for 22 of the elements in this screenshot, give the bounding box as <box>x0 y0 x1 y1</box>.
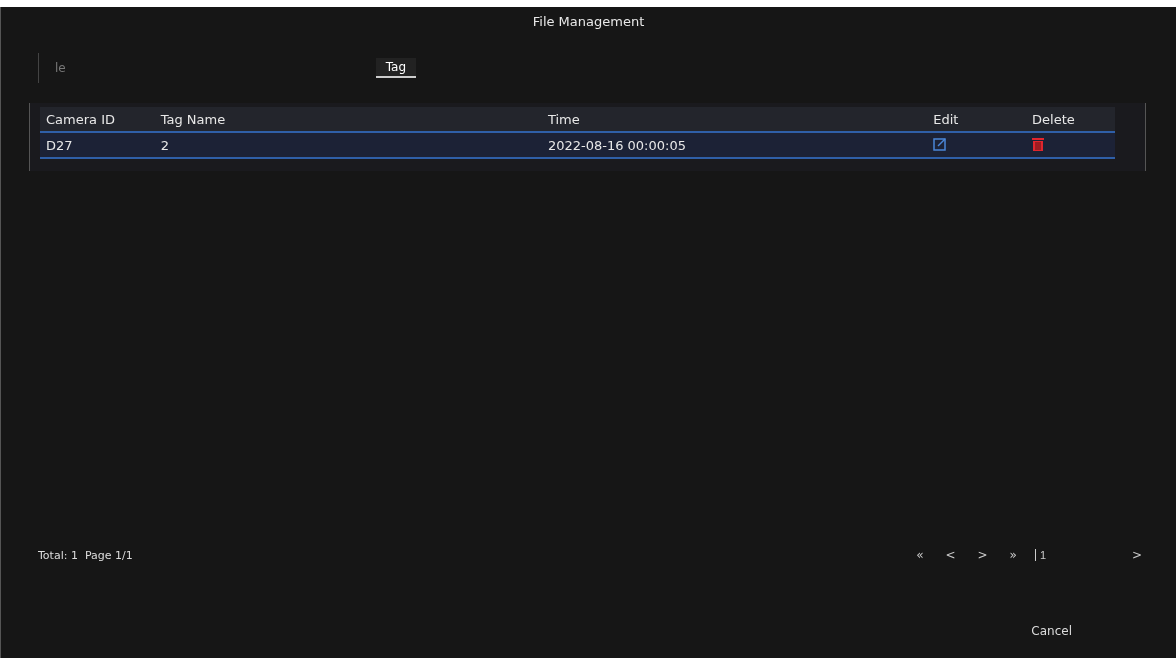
table-cell-text: 2 <box>159 137 170 153</box>
table-cell-text: 2022-08-16 00:00:05 <box>546 137 687 153</box>
pager-button[interactable]: < <box>941 548 960 562</box>
column-header: Edit <box>932 111 960 127</box>
table-row[interactable]: D27 2 2022-08-16 00:00:05 <box>40 133 1115 159</box>
tab[interactable]: le <box>45 59 76 77</box>
column-header: Tag Name <box>159 111 227 127</box>
pager-button[interactable]: » <box>1005 548 1021 562</box>
column-header: Delete <box>1031 111 1076 127</box>
column-header: Time <box>546 111 581 127</box>
pager-button[interactable]: « <box>912 548 928 562</box>
tab[interactable]: Tag <box>375 58 417 78</box>
pager-button[interactable]: > <box>973 548 992 562</box>
column-header: Camera ID <box>45 111 116 127</box>
trash-icon[interactable] <box>1032 136 1044 151</box>
page-field[interactable]: 1 <box>1034 549 1104 561</box>
go-button[interactable]: > <box>1127 548 1146 562</box>
window-title: File Management <box>531 13 646 31</box>
edit-icon[interactable] <box>933 136 948 151</box>
page-summary: Total: 1 Page 1/1 <box>38 548 133 562</box>
table-cell-text: D27 <box>45 137 74 153</box>
cancel-button[interactable]: Cancel <box>1027 622 1076 640</box>
